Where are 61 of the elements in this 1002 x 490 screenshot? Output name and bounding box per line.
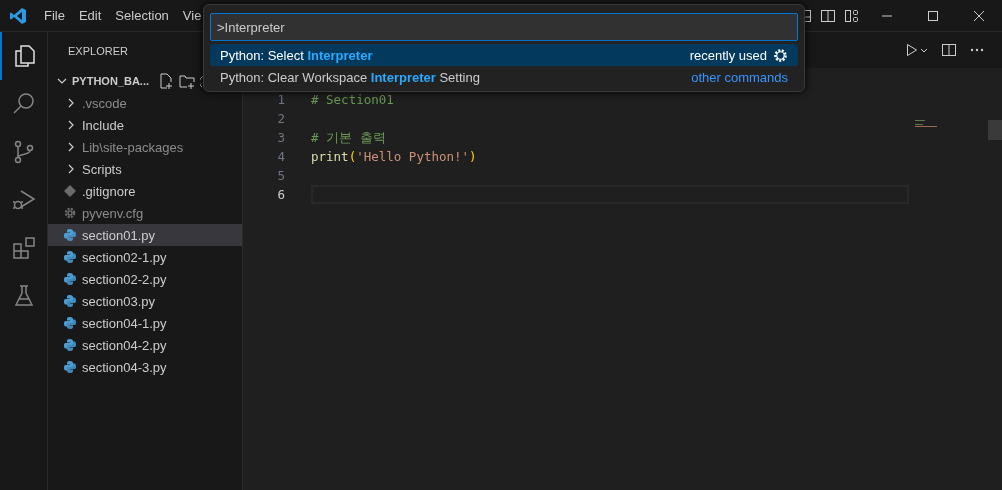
layout-icon[interactable] — [844, 7, 860, 24]
new-file-icon[interactable] — [158, 73, 174, 89]
file-tree-item[interactable]: section01.py — [48, 224, 242, 246]
new-folder-icon[interactable] — [179, 73, 195, 89]
command-item[interactable]: Python: Select Interpreter recently used — [210, 44, 798, 66]
scrollbar-thumb[interactable] — [988, 120, 1002, 140]
search-icon[interactable] — [11, 92, 36, 116]
file-tree-item[interactable]: section03.py — [48, 290, 242, 312]
files-icon[interactable] — [12, 44, 37, 68]
file-tree-item[interactable]: .vscode — [48, 92, 242, 114]
diamond-icon — [64, 185, 76, 197]
file-tree-item[interactable]: section02-1.py — [48, 246, 242, 268]
file-tree-item[interactable]: Lib\site-packages — [48, 136, 242, 158]
app-logo — [9, 6, 27, 25]
chevron-icon — [66, 98, 76, 108]
minimap — [915, 120, 937, 130]
python-icon — [64, 317, 76, 329]
run-icon[interactable] — [906, 43, 928, 57]
code-line: print('Hello Python!') — [311, 149, 477, 164]
chevron-icon — [66, 164, 76, 174]
file-tree-item[interactable]: Include — [48, 114, 242, 136]
file-tree-item[interactable]: section04-2.py — [48, 334, 242, 356]
menu-item[interactable]: File — [37, 8, 72, 23]
file-tree-item[interactable]: section04-1.py — [48, 312, 242, 334]
code-line: # 기본 출력 — [311, 130, 386, 145]
layout-icon[interactable] — [820, 7, 836, 24]
hint-label: recently used — [689, 47, 767, 63]
file-tree-item[interactable]: .gitignore — [48, 180, 242, 202]
menu-item[interactable]: Selection — [108, 8, 176, 23]
file-tree-item[interactable]: pyvenv.cfg — [48, 202, 242, 224]
line-number: 2 — [276, 111, 285, 126]
command-item[interactable]: Python: Clear Workspace Interpreter Setting other commands — [210, 66, 798, 88]
menu-item[interactable]: Edit — [71, 8, 109, 23]
line-number: 1 — [276, 92, 285, 107]
python-icon — [64, 273, 76, 285]
line-number: 6 — [276, 187, 285, 202]
gear-icon — [64, 207, 76, 219]
line-number: 3 — [276, 130, 285, 145]
command-input[interactable]: >Interpreter — [210, 13, 798, 41]
python-icon — [64, 361, 76, 373]
extensions-icon[interactable] — [11, 236, 36, 260]
file-tree-item[interactable]: section04-3.py — [48, 356, 242, 378]
chevron-icon — [66, 120, 76, 130]
line-number: 5 — [276, 168, 285, 183]
gear-icon[interactable] — [773, 47, 788, 63]
other-commands-link[interactable]: other commands — [691, 69, 788, 85]
close-icon[interactable] — [973, 9, 985, 22]
chevron-icon — [66, 142, 76, 152]
split-editor-icon[interactable] — [942, 43, 956, 57]
python-icon — [64, 251, 76, 263]
more-icon[interactable] — [970, 48, 984, 52]
python-icon — [64, 295, 76, 307]
file-tree-item[interactable]: Scripts — [48, 158, 242, 180]
line-number: 4 — [276, 149, 285, 164]
folder-name[interactable]: PYTHON_BA... — [72, 75, 149, 87]
python-icon — [64, 339, 76, 351]
code-line: # Section01 — [311, 92, 394, 107]
python-icon — [64, 229, 76, 241]
run-debug-icon[interactable] — [11, 188, 36, 212]
maximize-icon[interactable] — [927, 9, 939, 22]
file-tree-item[interactable]: section02-2.py — [48, 268, 242, 290]
